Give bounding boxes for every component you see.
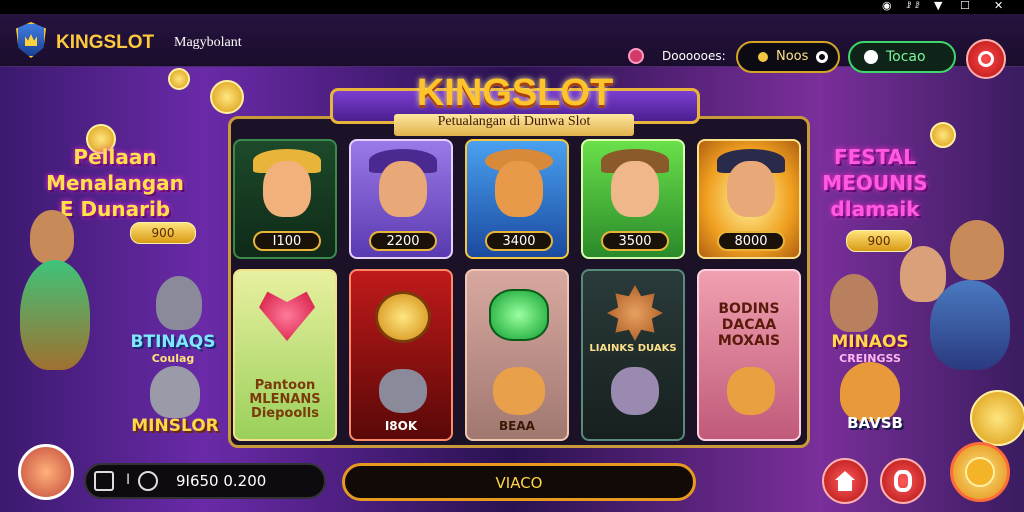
left-title-line: E Dunarib — [59, 197, 171, 221]
close-icon[interactable]: ✕ — [994, 0, 1003, 12]
character-wolf — [150, 366, 200, 418]
wallet-display[interactable]: I 9I650 0.200 — [84, 463, 326, 499]
top-header: KINGSLOT Magybolant Doooooes: Noos Tocao — [0, 14, 1024, 79]
slot-game-board: I100 2200 3400 3500 8000 Pantoon MLENANS… — [228, 116, 810, 448]
game-tile[interactable]: 8000 — [697, 139, 801, 259]
coin-icon — [210, 80, 244, 114]
tile-label: Pantoon MLENANS Diepoolls — [249, 378, 321, 421]
right-title-line: FESTAL — [833, 145, 917, 169]
home-button[interactable] — [822, 458, 868, 504]
tile-value: I100 — [253, 231, 321, 251]
banner-subtitle: Petualangan di Dunwa Slot — [394, 114, 634, 136]
left-title-line: Pellaan — [73, 145, 157, 169]
game-tile[interactable]: I8OK — [349, 269, 453, 441]
right-promo-badge[interactable]: 900 — [846, 230, 912, 252]
character-face — [830, 274, 878, 332]
game-tile[interactable]: Pantoon MLENANS Diepoolls — [233, 269, 337, 441]
balance-pill[interactable]: Noos — [736, 41, 840, 73]
character-wolf — [156, 276, 202, 330]
bonus-coin-button[interactable] — [950, 442, 1010, 502]
deposit-button[interactable]: Tocao — [848, 41, 956, 73]
game-tile[interactable]: 3400 — [465, 139, 569, 259]
left-bottom-label: MINSLOR — [131, 416, 219, 436]
notification-text: Doooooes: — [662, 49, 726, 63]
left-title-line: Menalangan — [46, 171, 184, 195]
left-promo-title: Pellaan Menalangan E Dunarib — [0, 144, 230, 222]
spin-label: VIACO — [495, 474, 543, 492]
monitor-icon — [94, 471, 114, 491]
brand-name: KINGSLOT — [56, 32, 155, 53]
character-face-icon — [611, 161, 659, 217]
left-sub-title: BTINAQS — [130, 332, 216, 352]
settings-icon: ◉ — [882, 0, 892, 12]
gem-icon — [489, 289, 549, 341]
home-icon — [835, 471, 855, 491]
tile-value: 3500 — [601, 231, 669, 251]
character-face-icon — [379, 161, 427, 217]
spin-button[interactable]: VIACO — [342, 463, 696, 501]
game-tile[interactable]: 2200 — [349, 139, 453, 259]
game-tile[interactable]: I100 — [233, 139, 337, 259]
balance-value: Noos — [776, 49, 809, 64]
gift-button[interactable] — [880, 458, 926, 504]
right-promo-panel: FESTAL MEOUNIS dlamaik 900 MINAOS CREING… — [810, 70, 1024, 450]
character-body — [20, 260, 90, 370]
character-face — [950, 220, 1004, 280]
tile-value: 3400 — [485, 231, 553, 251]
brand-subtitle: Magybolant — [174, 35, 242, 50]
left-promo-badge[interactable]: 900 — [130, 222, 196, 244]
coin-icon — [758, 52, 768, 62]
left-sub-caption: Coulag — [151, 352, 195, 365]
character-face-icon — [727, 367, 775, 415]
right-promo-title: FESTAL MEOUNIS dlamaik — [810, 144, 940, 222]
status-text: ꗗ ꗗ — [906, 1, 920, 11]
right-bottom-label: BAVSB — [847, 414, 903, 432]
coin-icon — [965, 457, 995, 487]
heart-icon — [259, 291, 315, 341]
gift-icon — [894, 470, 912, 492]
notification-icon[interactable] — [628, 48, 644, 64]
crown-shield-logo-icon — [16, 22, 46, 58]
game-tile[interactable]: 3500 — [581, 139, 685, 259]
character-face — [900, 246, 946, 302]
coin-icon — [970, 390, 1024, 446]
tile-value: 8000 — [717, 231, 785, 251]
wallet-value: 9I650 0.200 — [176, 472, 267, 490]
right-sub-title: MINAOS — [831, 332, 909, 352]
tile-label: LIAINKS DUAKS — [589, 343, 677, 354]
tile-label: I8OK — [384, 419, 418, 433]
wallet-index: I — [126, 472, 131, 488]
maximize-icon[interactable]: ☐ — [960, 0, 970, 12]
sun-emblem-icon — [607, 285, 663, 341]
game-tile[interactable]: BEAA — [465, 269, 569, 441]
toggle-icon — [816, 51, 828, 63]
wifi-icon: ▼ — [934, 0, 943, 12]
game-tile[interactable]: BODINS DACAA MOXAIS — [697, 269, 801, 441]
character-body — [930, 280, 1010, 370]
character-tiger — [840, 362, 900, 422]
game-tile[interactable]: LIAINKS DUAKS — [581, 269, 685, 441]
character-face-icon — [263, 161, 311, 217]
character-face-icon — [611, 367, 659, 415]
character-dancer — [30, 210, 74, 264]
g-icon — [138, 471, 158, 491]
character-face-icon — [493, 367, 545, 415]
system-status-bar: ◉ ꗗ ꗗ ▼ ☐ ✕ — [0, 0, 1024, 14]
left-promo-panel: Pellaan Menalangan E Dunarib 900 BTINAQS… — [0, 68, 244, 450]
wolf-icon — [379, 369, 427, 413]
banner-title: KINGSLOT — [416, 72, 614, 114]
deposit-label: Tocao — [886, 49, 926, 65]
right-title-line: MEOUNIS — [822, 171, 928, 195]
ball-icon — [864, 50, 878, 64]
tile-label: BODINS DACAA MOXAIS — [717, 301, 781, 349]
right-title-line: dlamaik — [830, 197, 920, 221]
treasure-chest-icon — [375, 291, 431, 343]
character-face-icon — [727, 161, 775, 217]
player-avatar[interactable] — [18, 444, 74, 500]
character-face-icon — [495, 161, 543, 217]
coin-icon — [168, 68, 190, 90]
tile-label: BEAA — [499, 419, 535, 433]
tile-value: 2200 — [369, 231, 437, 251]
